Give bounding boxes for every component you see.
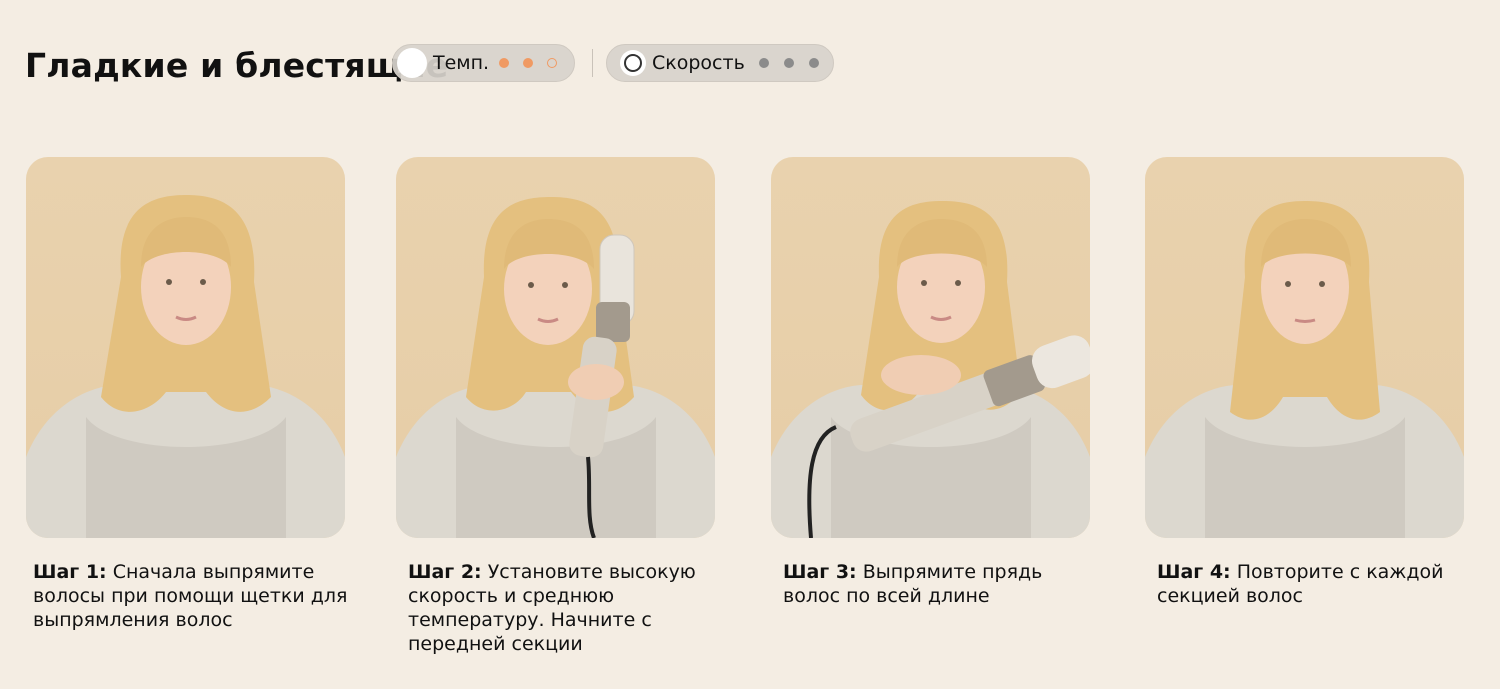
temperature-dot-2 — [523, 58, 534, 68]
step-4-caption: Шаг 4: Повторите с каждой секцией волос — [1157, 560, 1477, 608]
step-3-prefix: Шаг 3: — [783, 561, 857, 583]
temperature-level-dots — [499, 58, 558, 68]
speed-indicator: Скорость — [606, 44, 834, 82]
speed-knob-icon — [620, 50, 646, 76]
step-2-prefix: Шаг 2: — [408, 561, 482, 583]
step-2-caption: Шаг 2: Установите высокую скорость и сре… — [408, 560, 728, 656]
speed-level-dots — [758, 58, 819, 68]
temperature-dot-3 — [547, 58, 558, 68]
step-1-caption: Шаг 1: Сначала выпрямите волосы при помо… — [33, 560, 353, 632]
step-3-photo — [771, 157, 1090, 538]
step-3-caption: Шаг 3: Выпрямите прядь волос по всей дли… — [783, 560, 1103, 608]
temperature-dot-1 — [499, 58, 510, 68]
speed-dot-3 — [808, 58, 819, 68]
temperature-label: Темп. — [433, 52, 490, 74]
indicator-divider — [592, 49, 593, 77]
step-4-photo — [1145, 157, 1464, 538]
step-1-photo — [26, 157, 345, 538]
temperature-indicator: Темп. — [392, 44, 575, 82]
speed-dot-2 — [783, 58, 794, 68]
speed-dot-1 — [758, 58, 769, 68]
speed-label: Скорость — [652, 52, 745, 74]
page-title: Гладкие и блестящие — [25, 46, 449, 85]
step-4-prefix: Шаг 4: — [1157, 561, 1231, 583]
step-2-photo — [396, 157, 715, 538]
step-1-prefix: Шаг 1: — [33, 561, 107, 583]
temperature-knob-icon — [397, 48, 427, 78]
